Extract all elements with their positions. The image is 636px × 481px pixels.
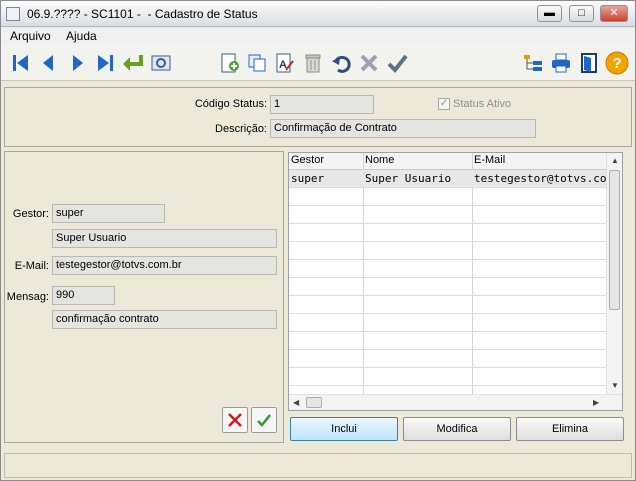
codigo-status-field[interactable]: 1 [270,95,374,114]
window-title: 06.9.???? - SC1101 - - Cadastro de Statu… [27,7,258,21]
gestor-label: Gestor: [12,208,49,220]
delete-icon[interactable] [301,51,325,75]
vertical-scroll-thumb[interactable] [609,170,620,310]
return-icon[interactable] [121,51,145,75]
grid-cell-nome: Super Usuario [365,172,452,185]
mensag-field[interactable]: 990 [52,286,115,305]
modifica-button[interactable]: Modifica [403,417,511,441]
email-field[interactable]: testegestor@totvs.com.br [52,256,277,275]
tree-icon[interactable] [521,51,545,75]
status-ativo-checkbox[interactable]: ✓ [438,98,450,110]
descricao-field[interactable]: Confirmação de Contrato [270,119,536,138]
previous-icon[interactable] [37,51,61,75]
cancel-icon[interactable] [357,51,381,75]
table-row[interactable] [289,332,608,350]
save-check-icon[interactable] [385,51,409,75]
grid-header-gestor[interactable]: Gestor [291,154,324,166]
cancel-x-icon [228,413,242,427]
table-row[interactable] [289,242,608,260]
table-row[interactable] [289,224,608,242]
elimina-button[interactable]: Elimina [516,417,624,441]
grid-header-nome[interactable]: Nome [365,154,394,166]
new-icon[interactable] [217,51,241,75]
scroll-down-icon[interactable]: ▼ [611,381,619,390]
gestor-field[interactable]: super [52,204,165,223]
menu-bar: Arquivo Ajuda [1,28,635,45]
exit-icon[interactable] [577,51,601,75]
help-icon[interactable]: ? [605,51,629,75]
status-ativo-label: Status Ativo [453,98,512,110]
table-row[interactable]: super Super Usuario testegestor@totvs.co… [289,170,613,188]
table-row[interactable] [289,188,608,206]
menu-arquivo[interactable]: Arquivo [10,29,51,43]
undo-icon[interactable] [329,51,353,75]
table-row[interactable] [289,260,608,278]
close-button[interactable]: ✕ [600,5,628,22]
mensag-label: Mensag: [6,291,49,303]
first-icon[interactable] [9,51,33,75]
horizontal-scroll-thumb[interactable] [306,397,322,408]
scroll-up-icon[interactable]: ▲ [611,156,619,165]
descricao-label: Descrição: [215,123,267,135]
table-row[interactable] [289,350,608,368]
scroll-left-icon[interactable]: ◀ [293,398,299,407]
confirm-check-icon [257,414,271,427]
toolbar: A ? [1,45,635,81]
codigo-status-label: Código Status: [194,98,267,110]
grid-cell-email: testegestor@totvs.com [474,172,614,185]
help-glyph: ? [613,55,622,72]
grid-header-email[interactable]: E-Mail [474,154,505,166]
search-preview-icon[interactable] [149,51,173,75]
confirm-button[interactable] [251,407,277,433]
next-icon[interactable] [65,51,89,75]
mensag-desc-field: confirmação contrato [52,310,277,329]
inclui-button[interactable]: Inclui [290,417,398,441]
scroll-right-icon[interactable]: ▶ [593,398,599,407]
menu-ajuda[interactable]: Ajuda [66,29,97,43]
app-icon [6,7,20,21]
grid-header: Gestor Nome E-Mail [289,153,608,170]
grid-cell-gestor: super [291,172,325,185]
gestor-grid[interactable]: Gestor Nome E-Mail super Super Usuario t… [288,152,623,411]
minimize-button[interactable]: ▬ [537,5,562,22]
cancel-button[interactable] [222,407,248,433]
grid-vertical-scrollbar[interactable]: ▲ ▼ [606,153,622,394]
maximize-button[interactable]: □ [569,5,594,22]
edit-icon[interactable]: A [273,51,297,75]
print-icon[interactable] [549,51,573,75]
status-bar [4,453,632,478]
last-icon[interactable] [93,51,117,75]
table-row[interactable] [289,296,608,314]
table-row[interactable] [289,368,608,386]
table-row[interactable] [289,278,608,296]
title-bar: 06.9.???? - SC1101 - - Cadastro de Statu… [1,1,635,27]
table-row[interactable] [289,206,608,224]
copy-icon[interactable] [245,51,269,75]
grid-horizontal-scrollbar[interactable]: ◀ ▶ [289,394,622,410]
gestor-name-field: Super Usuario [52,229,277,248]
main-window: 06.9.???? - SC1101 - - Cadastro de Statu… [0,0,636,481]
email-label: E-Mail: [14,260,49,272]
table-row[interactable] [289,314,608,332]
